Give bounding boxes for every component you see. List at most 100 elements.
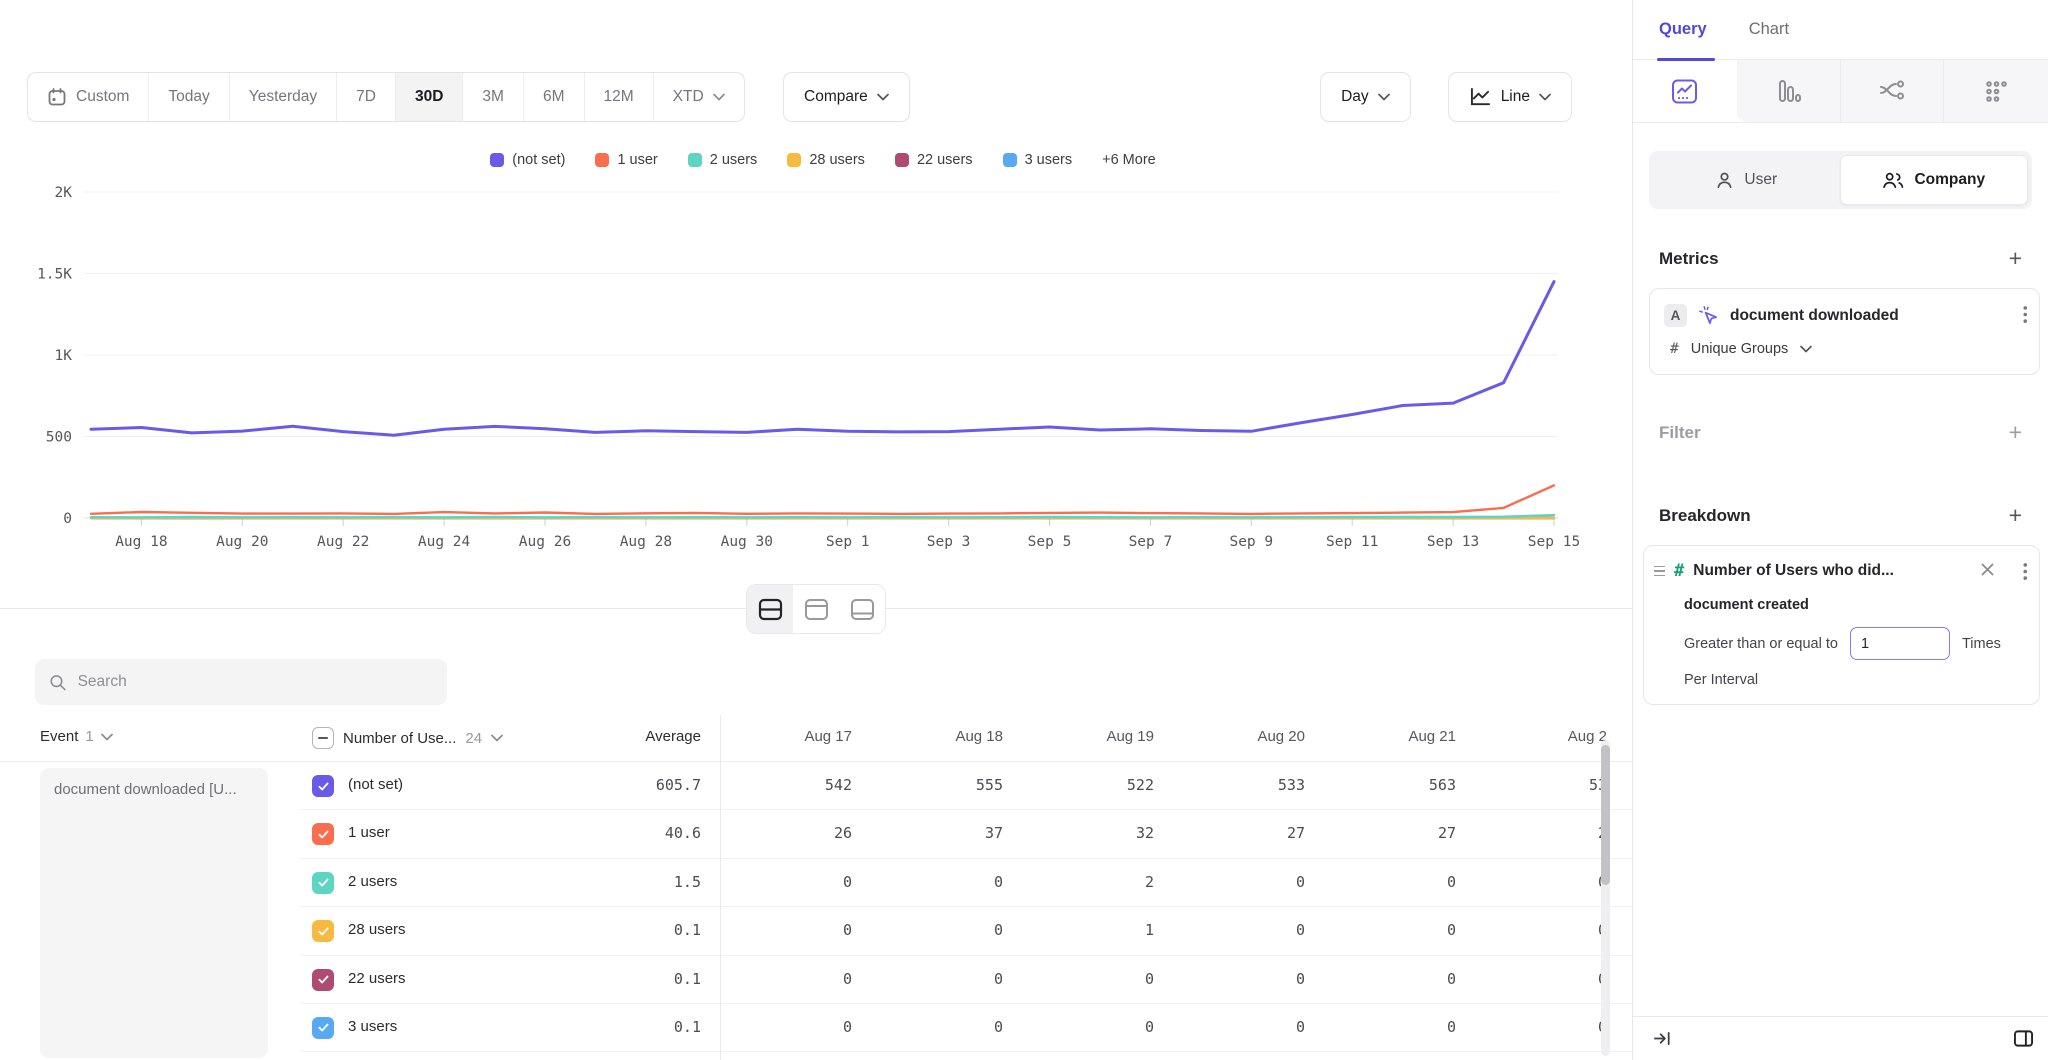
breakdown-property[interactable]: Number of Users who did... [1693,562,1894,580]
row-value: 0 [1022,1018,1154,1036]
svg-text:500: 500 [46,430,72,446]
row-value: 32 [1022,824,1154,842]
svg-text:Sep 9: Sep 9 [1229,534,1273,550]
layout-chart-only-button[interactable] [793,585,839,633]
metric-badge: A [1664,304,1687,327]
table-header: Event 1 Number of Use... 24 Average Aug … [0,715,1632,762]
times-input[interactable] [1850,627,1950,660]
row-checkbox[interactable] [312,775,334,797]
row-checkbox[interactable] [312,920,334,942]
row-label: 28 users [348,921,406,938]
chevron-down-icon[interactable] [491,734,503,742]
layout-split-button[interactable] [747,585,793,633]
metric-measure-row[interactable]: # Unique Groups [1670,341,2025,357]
svg-text:Aug 28: Aug 28 [620,534,672,550]
row-label: 1 user [348,824,390,841]
metrics-section-header: Metrics + [1633,247,2048,270]
row-label: (not set) [348,776,403,793]
split-view-icon [758,598,783,621]
search-input[interactable] [78,673,433,691]
user-icon [1715,171,1734,190]
row-checkbox[interactable] [312,872,334,894]
average-column-header: Average [520,728,701,745]
check-icon [317,1021,330,1034]
breakdown-close-button[interactable] [1980,562,1995,577]
minus-icon [317,732,329,744]
select-all-checkbox[interactable] [312,727,334,749]
breakdown-title-row: # Number of Users who did... [1654,561,2027,581]
chart-type-bar-button[interactable] [1737,60,1841,122]
svg-text:Aug 22: Aug 22 [317,534,369,550]
date-column-header: Aug 17 [720,728,852,745]
row-value: 533 [1173,776,1305,794]
metric-kebab-menu[interactable] [2023,305,2028,324]
breakdown-section-header: Breakdown + [1633,504,2048,527]
row-value: 0 [1475,873,1607,891]
row-value: 27 [1324,824,1456,842]
row-value: 0 [1022,970,1154,988]
row-average: 605.7 [520,776,701,794]
row-checkbox[interactable] [312,969,334,991]
row-value: 542 [720,776,852,794]
chart-type-line-button[interactable] [1633,60,1737,122]
row-average: 40.6 [520,824,701,842]
drag-handle-icon[interactable] [1654,566,1665,577]
times-unit-label: Times [1962,636,2001,652]
layout-table-only-button[interactable] [839,585,885,633]
property-hash-icon: # [1674,561,1684,581]
row-value: 0 [1173,970,1305,988]
tab-query[interactable]: Query [1659,20,1707,39]
measure-hash-icon: # [1670,341,1679,357]
row-value: 0 [1173,921,1305,939]
svg-text:1K: 1K [55,348,73,364]
add-breakdown-button[interactable]: + [2009,504,2022,527]
add-metric-button[interactable]: + [2009,247,2022,270]
svg-text:Sep 15: Sep 15 [1528,534,1580,550]
row-value: 522 [1022,776,1154,794]
row-average: 0.1 [520,1018,701,1036]
toggle-company[interactable]: Company [1840,155,2029,205]
add-filter-button[interactable]: + [2009,421,2022,444]
chart-type-grid-button[interactable] [1944,60,2048,122]
breakdown-count: 24 [465,730,482,747]
row-label: 3 users [348,1018,397,1035]
breakdown-title: Breakdown [1659,506,1751,526]
table-row: 2 users1.5002000 [0,859,1632,907]
row-value: 563 [1324,776,1456,794]
metrics-title: Metrics [1659,249,1719,269]
side-panel-icon[interactable] [2013,1029,2034,1048]
per-interval-label[interactable]: Per Interval [1684,672,2027,688]
row-value: 0 [1324,1018,1456,1036]
table-scrollbar[interactable] [1601,745,1610,885]
row-value: 27 [1173,824,1305,842]
condition-label[interactable]: Greater than or equal to [1684,636,1838,652]
breakdown-kebab-menu[interactable] [2023,562,2028,581]
bottom-view-icon [850,598,875,621]
collapse-panel-icon[interactable] [1653,1029,1672,1048]
check-icon [317,973,330,986]
row-checkbox[interactable] [312,823,334,845]
kebab-icon [2023,305,2028,324]
event-column-header[interactable]: Event 1 [40,728,113,745]
bar-chart-icon [1775,78,1802,105]
row-value: 0 [1324,873,1456,891]
event-header-label: Event [40,728,78,745]
row-value: 1 [1022,921,1154,939]
chart-type-flow-button[interactable] [1841,60,1945,122]
row-checkbox[interactable] [312,1017,334,1039]
metric-card-row: A document downloaded [1664,304,2025,327]
grid-dots-icon [1984,79,2009,104]
breakdown-condition-row: Greater than or equal to Times [1684,627,2027,660]
breakdown-event[interactable]: document created [1684,597,2027,613]
row-value: 0 [1475,970,1607,988]
row-value: 0 [720,1018,852,1036]
svg-text:2K: 2K [55,185,73,201]
metric-card[interactable]: A document downloaded # Unique Groups [1649,288,2040,375]
toggle-user[interactable]: User [1653,155,1840,205]
date-column-header: Aug 20 [1173,728,1305,745]
event-cursor-icon [1698,305,1719,326]
tab-chart[interactable]: Chart [1749,20,1789,39]
chart-type-selector [1633,60,2048,123]
toggle-company-label: Company [1914,171,1985,189]
kebab-icon [2023,562,2028,581]
